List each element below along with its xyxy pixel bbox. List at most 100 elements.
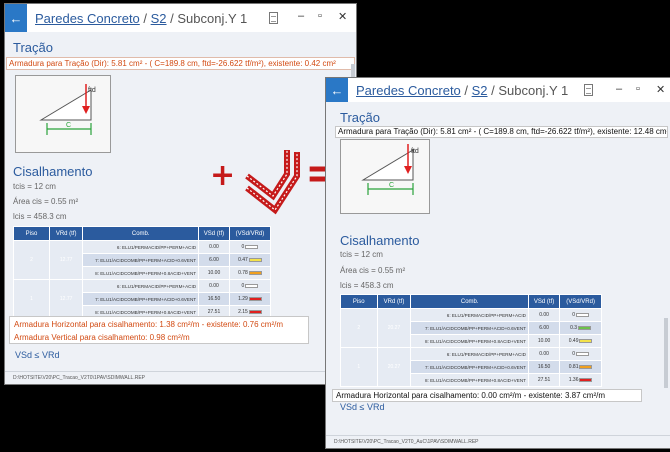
- vrd-cell: 20.27: [376, 308, 412, 348]
- piso-cell: 2: [340, 308, 378, 348]
- ratio-cell: 0: [228, 240, 272, 254]
- ratio-value: 1.36: [568, 377, 579, 383]
- vsd-cell: 10.00: [198, 266, 230, 280]
- rebar-icon: [245, 150, 300, 215]
- t-cis: tcis = 12 cm: [13, 182, 56, 191]
- vsd-cell: 10.00: [527, 334, 561, 348]
- section-title-tracao: Tração: [13, 40, 53, 55]
- document-icon[interactable]: [269, 12, 278, 24]
- shear-reinforcement-overlay: Armadura Horizontal para cisalhamento: 1…: [9, 316, 309, 344]
- ratio-cell: 0: [559, 308, 602, 322]
- column-header: (VSd/VRd): [228, 226, 272, 241]
- combination-cell: 6: ELU1/PERMACID/PP+PERM+ACID: [410, 308, 529, 322]
- tracao-reinforcement-line: Armadura para Tração (Dir): 5.81 cm² - (…: [6, 57, 355, 70]
- ratio-cell: 0: [559, 347, 602, 361]
- c-label: C: [389, 182, 394, 189]
- vsd-cell: 6.00: [527, 321, 561, 335]
- piso-cell: 1: [13, 279, 50, 319]
- shear-results-table: Piso VRd (tf) Comb. VSd (tf) (VSd/VRd) 2 20.27…: [340, 294, 602, 387]
- area-cis: Área cis = 0.55 m²: [13, 197, 79, 206]
- ratio-cell: 1.29: [228, 292, 272, 306]
- ratio-cell: 0.47: [228, 253, 272, 267]
- maximize-button[interactable]: ▫: [318, 10, 322, 22]
- ratio-bar: [579, 377, 593, 382]
- ratio-cell: 0.81: [559, 360, 602, 374]
- back-button[interactable]: ←: [326, 78, 348, 102]
- breadcrumb-paredes-concreto[interactable]: Paredes Concreto: [356, 83, 461, 98]
- report-window-before: ← Paredes Concreto / S2 / Subconj.Y 1 – …: [5, 4, 356, 384]
- back-button[interactable]: ←: [5, 4, 27, 32]
- ratio-bar: [248, 296, 262, 301]
- ratio-value: 0.47: [238, 257, 248, 263]
- breadcrumb-s2[interactable]: S2: [151, 11, 167, 26]
- vrd-cell: 12.77: [48, 240, 84, 280]
- breadcrumb-separator: /: [139, 10, 151, 26]
- breadcrumb-subconj: Subconj.Y 1: [177, 10, 248, 26]
- breadcrumb-separator: /: [487, 82, 499, 98]
- combination-cell: 6: ELU1/PERMACID/PP+PERM+ACID: [82, 240, 200, 254]
- ratio-bar: [579, 364, 593, 369]
- ratio-cell: 1.36: [559, 373, 602, 387]
- ratio-value: 0: [241, 244, 245, 250]
- back-arrow-icon: ←: [330, 82, 344, 98]
- tension-diagram: ftd C: [15, 75, 111, 153]
- area-cis: Área cis = 0.55 m²: [340, 266, 406, 275]
- ratio-cell: 0.49: [559, 334, 602, 348]
- section-title-tracao: Tração: [340, 110, 380, 125]
- ratio-value: 0.78: [238, 270, 248, 276]
- combination-cell: 6: ELU1/PERMACID/PP+PERM+ACID: [410, 347, 529, 361]
- table-row: 1 20.27 6: ELU1/PERMACID/PP+PERM+ACID 0.00 0: [340, 347, 602, 387]
- ratio-value: 0: [572, 312, 576, 318]
- breadcrumb: Paredes Concreto / S2 / Subconj.Y 1: [348, 83, 568, 98]
- breadcrumb: Paredes Concreto / S2 / Subconj.Y 1: [27, 11, 247, 26]
- section-title-cisalhamento: Cisalhamento: [340, 233, 420, 248]
- breadcrumb-separator: /: [460, 82, 472, 98]
- breadcrumb-s2[interactable]: S2: [472, 83, 488, 98]
- vertical-shear-line: Armadura Vertical para cisalhamento: 0.9…: [14, 333, 190, 342]
- horizontal-shear-line: Armadura Horizontal para cisalhamento: 1…: [14, 320, 283, 329]
- ratio-bar: [248, 270, 262, 275]
- close-button[interactable]: ✕: [338, 10, 347, 23]
- combination-cell: 8: ELU1/ACIDCOMB/PP+PERM+0.8ACID+VENT: [82, 266, 200, 280]
- l-cis: lcis = 458.3 cm: [340, 281, 394, 290]
- back-arrow-icon: ←: [9, 10, 23, 26]
- minimize-button[interactable]: –: [298, 10, 304, 22]
- ratio-bar: [576, 312, 590, 317]
- ratio-bar: [576, 351, 590, 356]
- document-icon[interactable]: [584, 84, 593, 96]
- ratio-cell: 0.78: [228, 266, 272, 280]
- column-header: VSd (tf): [198, 226, 230, 241]
- vsd-cell: 27.51: [527, 373, 561, 387]
- close-button[interactable]: ✕: [656, 83, 665, 96]
- combination-cell: 7: ELU1/ACIDCOMB/PP+PERM+ACID+0.6VENT: [410, 360, 529, 374]
- vsd-cell: 6.00: [198, 253, 230, 267]
- breadcrumb-separator: /: [166, 10, 178, 26]
- vsd-cell: 0.00: [198, 279, 230, 293]
- piso-cell: 1: [340, 347, 378, 387]
- combination-cell: 8: ELU1/ACIDCOMB/PP+PERM+0.8ACID+VENT: [410, 334, 529, 348]
- ratio-bar: [245, 283, 259, 288]
- horizontal-shear-line: Armadura Horizontal para cisalhamento: 0…: [332, 389, 642, 402]
- piso-cell: 2: [13, 240, 50, 280]
- column-header: Piso: [13, 226, 50, 241]
- vsd-cell: 16.50: [198, 292, 230, 306]
- vsd-cell: 0.00: [527, 347, 561, 361]
- table-row: 2 20.27 6: ELU1/PERMACID/PP+PERM+ACID 0.00 0: [340, 308, 602, 348]
- section-title-cisalhamento: Cisalhamento: [13, 164, 93, 179]
- scrollbar[interactable]: [664, 318, 668, 388]
- ratio-bar: [248, 257, 262, 262]
- ratio-value: 0.3: [570, 325, 578, 331]
- column-header: VSd (tf): [527, 294, 561, 309]
- minimize-button[interactable]: –: [616, 83, 622, 95]
- breadcrumb-paredes-concreto[interactable]: Paredes Concreto: [35, 11, 140, 26]
- column-header: VRd (tf): [376, 294, 412, 309]
- shear-results-table: Piso VRd (tf) Comb. VSd (tf) (VSd/VRd) 2 12.77…: [13, 226, 272, 319]
- ratio-cell: 0.3: [559, 321, 602, 335]
- table-header-row: Piso VRd (tf) Comb. VSd (tf) (VSd/VRd): [340, 294, 602, 309]
- maximize-button[interactable]: ▫: [636, 83, 640, 95]
- combination-cell: 6: ELU1/PERMACID/PP+PERM+ACID: [82, 279, 200, 293]
- column-header: Piso: [340, 294, 378, 309]
- ratio-value: 0.81: [568, 364, 579, 370]
- ratio-value: 1.29: [238, 296, 248, 302]
- vsd-condition: VSd ≤ VRd: [15, 350, 60, 360]
